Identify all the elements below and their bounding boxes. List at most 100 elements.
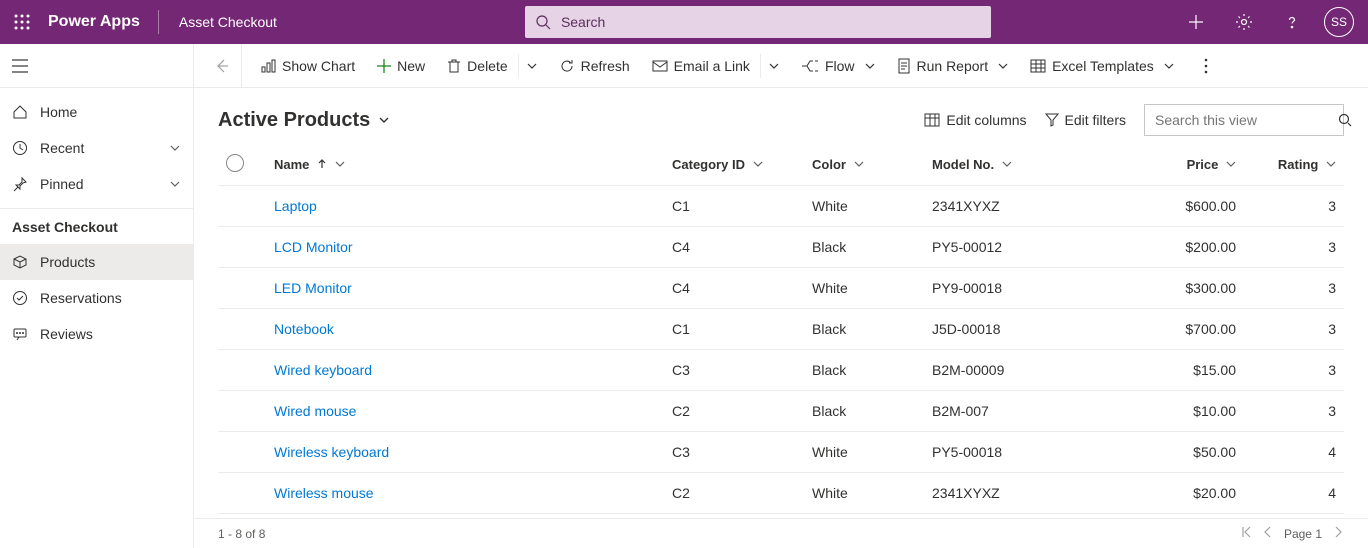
table-row[interactable]: NotebookC1BlackJ5D-00018$700.003 — [218, 309, 1344, 350]
cell-name: Wireless mouse — [266, 473, 664, 514]
cmd-new[interactable]: New — [367, 44, 435, 88]
cell-model: 2341XYXZ — [924, 473, 1104, 514]
cmd-flow-label: Flow — [825, 58, 855, 74]
select-all[interactable] — [218, 144, 266, 186]
pager-next[interactable] — [1332, 526, 1344, 541]
cmd-email-link-label: Email a Link — [674, 58, 750, 74]
nav-reviews[interactable]: Reviews — [0, 316, 193, 352]
add-button[interactable] — [1174, 0, 1218, 44]
table-row[interactable]: LaptopC1White2341XYXZ$600.003 — [218, 186, 1344, 227]
pager-first[interactable] — [1240, 526, 1252, 541]
table-row[interactable]: LCD MonitorC4BlackPY5-00012$200.003 — [218, 227, 1344, 268]
cell-name: LED Monitor — [266, 268, 664, 309]
record-link[interactable]: Laptop — [274, 198, 317, 214]
row-select[interactable] — [218, 268, 266, 309]
nav-pinned[interactable]: Pinned — [0, 166, 193, 202]
cmd-email-link[interactable]: Email a Link — [642, 44, 789, 88]
cmd-show-chart-label: Show Chart — [282, 58, 355, 74]
cmd-excel-templates-label: Excel Templates — [1052, 58, 1154, 74]
record-link[interactable]: Wired keyboard — [274, 362, 372, 378]
settings-button[interactable] — [1222, 0, 1266, 44]
col-header-category[interactable]: Category ID — [664, 144, 804, 186]
chevron-right-icon — [1332, 526, 1344, 538]
chevron-down-icon — [169, 142, 181, 154]
cmd-delete-split[interactable] — [518, 54, 537, 78]
chevron-down-icon — [1326, 159, 1336, 169]
nav-products-label: Products — [40, 254, 95, 270]
record-link[interactable]: Wired mouse — [274, 403, 356, 419]
col-header-color[interactable]: Color — [804, 144, 924, 186]
nav-home[interactable]: Home — [0, 94, 193, 130]
row-select[interactable] — [218, 309, 266, 350]
row-select[interactable] — [218, 186, 266, 227]
cell-color: White — [804, 473, 924, 514]
cell-category: C2 — [664, 473, 804, 514]
col-header-name[interactable]: Name — [266, 144, 664, 186]
excel-icon — [1030, 58, 1046, 74]
view-search-input[interactable] — [1153, 111, 1338, 129]
back-button[interactable] — [202, 44, 242, 88]
cell-name: LCD Monitor — [266, 227, 664, 268]
record-link[interactable]: Notebook — [274, 321, 334, 337]
cell-category: C3 — [664, 350, 804, 391]
hamburger-icon[interactable] — [12, 59, 28, 73]
cmd-run-report[interactable]: Run Report — [887, 44, 1019, 88]
cell-price: $20.00 — [1104, 473, 1244, 514]
plus-icon — [1188, 14, 1204, 30]
pin-icon — [12, 176, 28, 192]
record-link[interactable]: LCD Monitor — [274, 239, 353, 255]
cmd-flow[interactable]: Flow — [791, 44, 885, 88]
edit-filters-button[interactable]: Edit filters — [1045, 112, 1126, 128]
nav-recent-label: Recent — [40, 140, 84, 156]
cmd-refresh[interactable]: Refresh — [549, 44, 640, 88]
col-header-rating[interactable]: Rating — [1244, 144, 1344, 186]
cmd-run-report-label: Run Report — [917, 58, 989, 74]
record-link[interactable]: LED Monitor — [274, 280, 352, 296]
products-grid: Name Category ID Color — [218, 144, 1344, 514]
cell-price: $700.00 — [1104, 309, 1244, 350]
waffle-icon — [14, 14, 30, 30]
row-select[interactable] — [218, 227, 266, 268]
chevron-down-icon — [378, 114, 390, 126]
cmd-email-split[interactable] — [760, 54, 779, 78]
pager-prev[interactable] — [1262, 526, 1274, 541]
table-row[interactable]: Wireless mouseC2White2341XYXZ$20.004 — [218, 473, 1344, 514]
cell-model: PY5-00018 — [924, 432, 1104, 473]
global-search[interactable] — [525, 6, 991, 38]
cell-rating: 3 — [1244, 391, 1344, 432]
edit-columns-label: Edit columns — [946, 112, 1026, 128]
table-row[interactable]: Wired keyboardC3BlackB2M-00009$15.003 — [218, 350, 1344, 391]
row-select[interactable] — [218, 473, 266, 514]
edit-columns-button[interactable]: Edit columns — [924, 112, 1026, 128]
cmd-overflow-button[interactable] — [1186, 44, 1226, 88]
record-link[interactable]: Wireless keyboard — [274, 444, 389, 460]
search-icon — [535, 14, 551, 30]
nav-reservations[interactable]: Reservations — [0, 280, 193, 316]
record-link[interactable]: Wireless mouse — [274, 485, 374, 501]
cmd-show-chart[interactable]: Show Chart — [250, 44, 365, 88]
user-avatar[interactable]: SS — [1324, 7, 1354, 37]
col-header-price[interactable]: Price — [1104, 144, 1244, 186]
table-row[interactable]: Wired mouseC2BlackB2M-007$10.003 — [218, 391, 1344, 432]
cmd-new-label: New — [397, 58, 425, 74]
cell-price: $300.00 — [1104, 268, 1244, 309]
help-button[interactable] — [1270, 0, 1314, 44]
cmd-delete[interactable]: Delete — [437, 44, 546, 88]
chevron-down-icon — [854, 159, 864, 169]
view-selector[interactable]: Active Products — [218, 109, 390, 132]
nav-recent[interactable]: Recent — [0, 130, 193, 166]
global-search-input[interactable] — [559, 13, 981, 31]
col-header-model[interactable]: Model No. — [924, 144, 1104, 186]
cell-rating: 3 — [1244, 350, 1344, 391]
cmd-excel-templates[interactable]: Excel Templates — [1020, 44, 1184, 88]
cell-model: PY9-00018 — [924, 268, 1104, 309]
app-launcher-button[interactable] — [0, 0, 44, 44]
row-select[interactable] — [218, 391, 266, 432]
table-row[interactable]: Wireless keyboardC3WhitePY5-00018$50.004 — [218, 432, 1344, 473]
nav-products[interactable]: Products — [0, 244, 193, 280]
cell-category: C4 — [664, 268, 804, 309]
view-search[interactable] — [1144, 104, 1344, 136]
row-select[interactable] — [218, 432, 266, 473]
table-row[interactable]: LED MonitorC4WhitePY9-00018$300.003 — [218, 268, 1344, 309]
row-select[interactable] — [218, 350, 266, 391]
